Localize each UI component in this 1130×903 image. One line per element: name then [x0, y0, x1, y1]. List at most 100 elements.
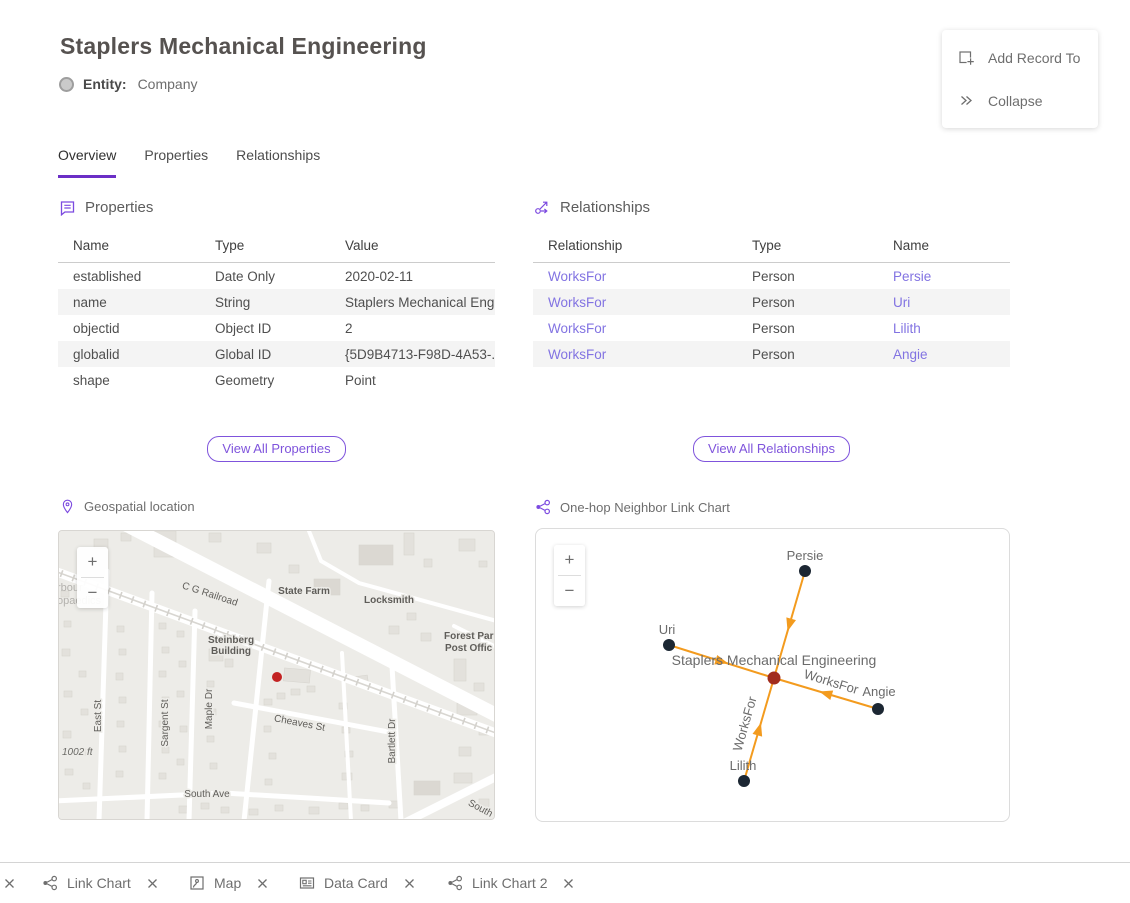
- node-label: Lilith: [730, 758, 757, 773]
- cell-name: shape: [58, 373, 200, 388]
- node-label: Persie: [787, 548, 824, 563]
- cell-type: Person: [737, 269, 878, 284]
- center-node-label: Staplers Mechanical Engineering: [672, 652, 877, 668]
- view-all-properties-button[interactable]: View All Properties: [207, 436, 345, 462]
- zoom-in-button[interactable]: +: [554, 545, 585, 575]
- column-header-name: Name: [58, 238, 200, 253]
- zoom-in-button[interactable]: +: [77, 547, 108, 577]
- relationships-icon: [534, 199, 551, 216]
- table-row: WorksFor Person Lilith: [533, 315, 1010, 341]
- tab-overview[interactable]: Overview: [58, 143, 116, 178]
- entity-link[interactable]: Persie: [878, 269, 1010, 284]
- bottom-tab-label: Link Chart: [67, 875, 131, 891]
- one-hop-link-chart[interactable]: WorksFor WorksFor Staplers Mechanical En…: [535, 528, 1010, 822]
- link-chart-section-header: One-hop Neighbor Link Chart: [535, 499, 730, 515]
- close-icon[interactable]: [147, 878, 158, 889]
- entity-link[interactable]: Uri: [878, 295, 1010, 310]
- bottom-tab-label: Map: [214, 875, 241, 891]
- table-row: WorksFor Person Angie: [533, 341, 1010, 367]
- add-record-to-button[interactable]: Add Record To: [942, 36, 1098, 79]
- cell-name: objectid: [58, 321, 200, 336]
- map-label: State Farm: [278, 586, 330, 597]
- cell-value: 2: [330, 321, 495, 336]
- node-center[interactable]: [768, 672, 781, 685]
- geospatial-map[interactable]: C G Railroad State Farm Locksmith Steinb…: [58, 530, 495, 820]
- map-icon: [189, 875, 205, 891]
- table-row: WorksFor Person Uri: [533, 289, 1010, 315]
- map-label: Building: [211, 646, 251, 657]
- cell-type: Date Only: [200, 269, 330, 284]
- relationship-link[interactable]: WorksFor: [533, 295, 737, 310]
- node-persie[interactable]: [799, 565, 811, 577]
- entity-label: Entity:: [83, 76, 127, 92]
- bottom-tab-link-chart-2[interactable]: Link Chart 2: [447, 863, 574, 903]
- add-record-icon: [958, 49, 975, 66]
- cell-type: Object ID: [200, 321, 330, 336]
- map-label: Forest Par: [444, 631, 494, 642]
- bottom-tab-map[interactable]: Map: [189, 863, 268, 903]
- relationships-table: Relationship Type Name WorksFor Person P…: [533, 230, 1010, 367]
- data-card-icon: [299, 875, 315, 891]
- node-label: Uri: [659, 622, 676, 637]
- bottom-tab-partial[interactable]: [0, 863, 15, 903]
- properties-table: Name Type Value established Date Only 20…: [58, 230, 495, 393]
- link-chart-icon: [535, 499, 551, 515]
- entity-type-value: Company: [138, 76, 198, 92]
- node-label: Angie: [862, 684, 895, 699]
- node-uri[interactable]: [663, 639, 675, 651]
- relationship-link[interactable]: WorksFor: [533, 347, 737, 362]
- menu-item-label: Add Record To: [988, 50, 1080, 66]
- cell-name: globalid: [58, 347, 200, 362]
- relationship-link[interactable]: WorksFor: [533, 321, 737, 336]
- entity-type-dot: [59, 77, 74, 92]
- link-chart-icon: [42, 875, 58, 891]
- properties-section-header: Properties: [59, 199, 153, 216]
- map-label: Post Offic: [445, 643, 493, 654]
- column-header-type: Type: [200, 238, 330, 253]
- entity-link[interactable]: Lilith: [878, 321, 1010, 336]
- tab-relationships[interactable]: Relationships: [236, 143, 320, 178]
- cell-value: {5D9B4713-F98D-4A53-...: [330, 347, 495, 362]
- collapse-icon: [958, 92, 975, 109]
- cell-name: name: [58, 295, 200, 310]
- map-scale-text: 1002 ft: [62, 747, 94, 758]
- bottom-tab-link-chart[interactable]: Link Chart: [42, 863, 158, 903]
- collapse-button[interactable]: Collapse: [942, 79, 1098, 122]
- zoom-out-button[interactable]: −: [77, 578, 108, 608]
- close-icon[interactable]: [257, 878, 268, 889]
- table-row: name String Staplers Mechanical Eng...: [58, 289, 495, 315]
- map-label: South Ave: [184, 789, 230, 800]
- tab-properties[interactable]: Properties: [144, 143, 208, 178]
- map-label: Bartlett Dr: [387, 718, 398, 764]
- relationship-link[interactable]: WorksFor: [533, 269, 737, 284]
- page-title: Staplers Mechanical Engineering: [60, 33, 427, 60]
- map-marker[interactable]: [272, 672, 282, 682]
- table-row: shape Geometry Point: [58, 367, 495, 393]
- properties-icon: [59, 199, 76, 216]
- map-canvas[interactable]: C G Railroad State Farm Locksmith Steinb…: [59, 531, 494, 820]
- cell-value: 2020-02-11: [330, 269, 495, 284]
- context-menu: Add Record To Collapse: [942, 30, 1098, 128]
- map-label: East St: [93, 700, 104, 732]
- table-row: objectid Object ID 2: [58, 315, 495, 341]
- link-chart-canvas[interactable]: WorksFor WorksFor Staplers Mechanical En…: [536, 529, 1010, 822]
- bottom-tab-label: Link Chart 2: [472, 875, 547, 891]
- tab-bar: Overview Properties Relationships: [58, 143, 320, 178]
- cell-type: Person: [737, 347, 878, 362]
- data-card-page: Staplers Mechanical Engineering Entity: …: [0, 0, 1130, 903]
- close-icon[interactable]: [404, 878, 415, 889]
- geospatial-section-title: Geospatial location: [84, 499, 195, 514]
- map-label: Steinberg: [208, 635, 254, 646]
- node-angie[interactable]: [872, 703, 884, 715]
- geospatial-section-header: Geospatial location: [60, 499, 195, 514]
- zoom-out-button[interactable]: −: [554, 576, 585, 606]
- close-icon[interactable]: [563, 878, 574, 889]
- bottom-tab-data-card[interactable]: Data Card: [299, 863, 415, 903]
- cell-value: Point: [330, 373, 495, 388]
- map-zoom-control: + −: [77, 547, 108, 608]
- node-lilith[interactable]: [738, 775, 750, 787]
- column-header-relationship: Relationship: [533, 238, 737, 253]
- cell-type: Person: [737, 295, 878, 310]
- entity-link[interactable]: Angie: [878, 347, 1010, 362]
- view-all-relationships-button[interactable]: View All Relationships: [693, 436, 850, 462]
